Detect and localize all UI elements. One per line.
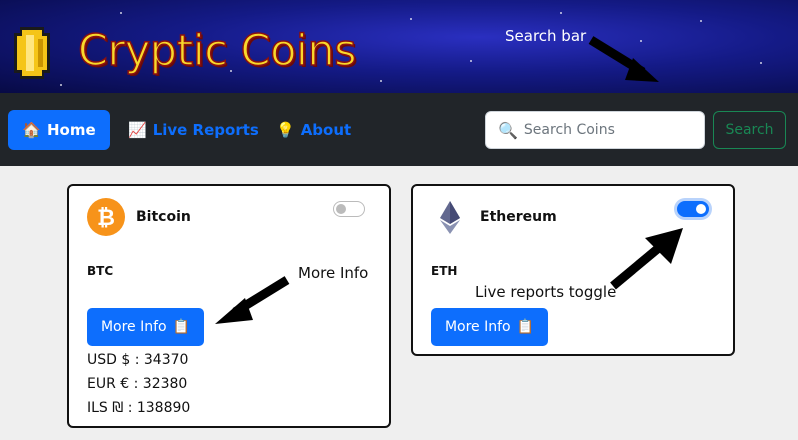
coin-symbol: BTC xyxy=(87,264,114,278)
annotation-arrow-icon xyxy=(215,276,290,324)
more-info-label: More Info xyxy=(100,319,167,335)
nav-home-button[interactable]: 🏠 Home xyxy=(8,110,110,150)
chart-icon: 📈 xyxy=(128,121,147,139)
live-report-toggle[interactable] xyxy=(333,201,365,217)
navbar: 🏠 Home 📈 Live Reports 💡 About 🔍 Search xyxy=(0,93,798,166)
nav-live-reports-link[interactable]: 📈 Live Reports xyxy=(128,121,259,139)
lightbulb-icon: 💡 xyxy=(276,121,295,139)
price-eur: EUR € : 32380 xyxy=(87,376,188,392)
coin-name: Bitcoin xyxy=(136,209,191,225)
svg-text:₿: ₿ xyxy=(97,206,115,231)
coin-symbol: ETH xyxy=(431,264,458,278)
more-info-label: More Info xyxy=(444,319,511,335)
live-report-toggle[interactable] xyxy=(677,201,709,217)
header-banner: Cryptic Coins Search bar xyxy=(0,0,798,93)
more-info-button[interactable]: More Info 📋 xyxy=(431,308,548,346)
annotation-search-bar: Search bar xyxy=(505,27,587,45)
nav-about-link[interactable]: 💡 About xyxy=(276,121,351,139)
annotation-more-info: More Info xyxy=(298,264,369,282)
price-ils: ILS ₪ : 138890 xyxy=(87,400,191,416)
nav-home-label: Home xyxy=(47,121,96,139)
coin-icon xyxy=(14,27,50,79)
annotation-live-reports-toggle: Live reports toggle xyxy=(475,283,617,301)
clipboard-icon: 📋 xyxy=(172,319,191,335)
bitcoin-icon: ₿ xyxy=(87,198,125,236)
search-input[interactable] xyxy=(523,122,694,138)
coin-name: Ethereum xyxy=(480,209,557,225)
search-box: 🔍 xyxy=(485,111,705,149)
nav-about-label: About xyxy=(300,121,352,139)
coin-card-ethereum: Ethereum ETH Live reports toggle More In… xyxy=(411,184,735,356)
clipboard-icon: 📋 xyxy=(516,319,535,335)
house-icon: 🏠 xyxy=(22,121,41,139)
magnifier-icon: 🔍 xyxy=(498,120,518,140)
nav-live-reports-label: Live Reports xyxy=(152,121,259,139)
brand-title: Cryptic Coins xyxy=(77,25,357,77)
coin-card-bitcoin: ₿ Bitcoin BTC More Info More Info 📋 USD … xyxy=(67,184,391,428)
annotation-arrow-icon xyxy=(610,228,683,290)
search-button[interactable]: Search xyxy=(713,111,786,149)
ethereum-icon xyxy=(440,201,460,234)
annotation-arrow-icon xyxy=(588,36,659,82)
more-info-button[interactable]: More Info 📋 xyxy=(87,308,204,346)
price-usd: USD $ : 34370 xyxy=(87,352,189,368)
